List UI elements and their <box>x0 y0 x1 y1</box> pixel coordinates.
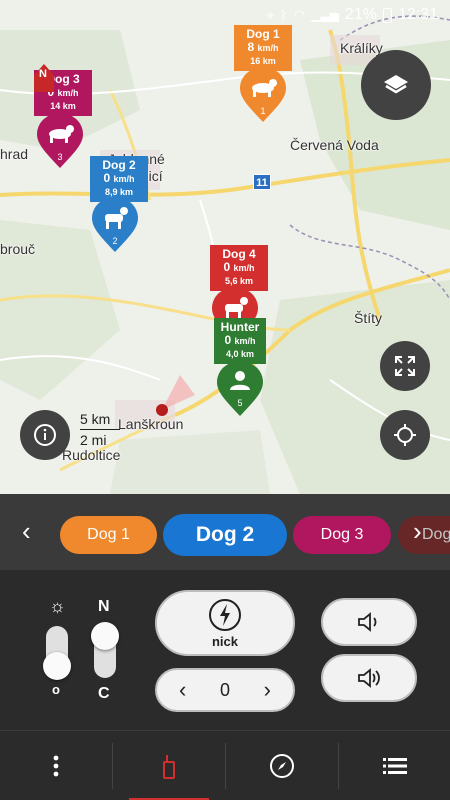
dog-chip-next[interactable]: Dog <box>398 516 450 554</box>
chevron-right-icon[interactable]: › <box>264 677 271 703</box>
dog-speed: 0 km/h <box>223 260 255 274</box>
clock: 12:31 <box>397 6 438 23</box>
dog-marker[interactable]: 2 <box>90 196 140 254</box>
nav-compass[interactable] <box>226 731 338 800</box>
info-icon <box>34 424 56 446</box>
map-view[interactable]: Králíky Červená Voda hrad Jablonné Orlic… <box>0 0 450 494</box>
road-number-sign: 11 <box>253 174 271 190</box>
wifi-icon: ◠ <box>293 7 306 22</box>
nav-more[interactable] <box>0 731 112 800</box>
tone-button[interactable] <box>321 598 417 646</box>
mode-c-label: C <box>98 685 110 702</box>
battery-percent: 21% <box>344 6 377 23</box>
chevron-left-icon[interactable]: ‹ <box>179 677 186 703</box>
chevron-right-icon[interactable]: › <box>413 516 422 547</box>
info-button[interactable] <box>20 410 70 460</box>
nav-list[interactable] <box>339 731 450 800</box>
dog-chip-dog-2-selected[interactable]: Dog 2 <box>163 514 287 556</box>
vibration-button[interactable] <box>321 654 417 702</box>
compass-icon <box>270 754 294 778</box>
layers-button[interactable] <box>361 50 431 120</box>
marker-number: 5 <box>237 398 242 408</box>
place-label: brouč <box>0 241 36 257</box>
dog-name: Hunter <box>220 320 260 334</box>
light-icon: ☼ <box>49 596 66 616</box>
light-slider-knob[interactable] <box>43 652 71 680</box>
stimulation-button[interactable]: nick <box>155 590 295 656</box>
nav-handheld[interactable] <box>113 731 225 800</box>
place-label: Štíty <box>354 310 383 326</box>
dog-tag[interactable]: Dog 4 0 km/h 5,6 km <box>210 245 268 291</box>
signal-icon: ▁▃▅ <box>311 8 339 22</box>
place-label: Červená Voda <box>290 137 379 153</box>
level-value: 0 <box>219 679 230 700</box>
dog-marker[interactable]: 1 <box>238 66 288 124</box>
scale-km: 5 km <box>80 411 111 427</box>
stim-mode-label: nick <box>211 633 238 649</box>
dog-name: Dog 4 <box>222 247 256 261</box>
place-label: hrad <box>0 146 29 162</box>
dog-chip-dog-1[interactable]: Dog 1 <box>60 516 157 554</box>
device-position-icon <box>156 375 195 416</box>
mode-slider-knob[interactable] <box>91 622 119 650</box>
dog-chip-dog-3[interactable]: Dog 3 <box>293 516 391 554</box>
marker-number: 1 <box>260 106 265 116</box>
mode-n-label: N <box>98 598 110 615</box>
lightning-icon <box>209 598 241 631</box>
fullscreen-button[interactable] <box>380 341 430 391</box>
speaker-loud-icon <box>358 668 380 688</box>
marker-number: 3 <box>57 152 62 162</box>
dog-speed: 0 km/h <box>224 333 256 347</box>
dog-marker[interactable]: 3 <box>35 112 85 170</box>
hunter-marker[interactable]: 5 <box>215 360 265 418</box>
layers-icon <box>384 75 408 94</box>
light-off-label: o <box>52 682 60 697</box>
battery-icon <box>382 7 392 23</box>
place-label: Králíky <box>340 40 383 56</box>
fullscreen-icon <box>395 356 415 376</box>
dog-speed: 0 km/h <box>103 171 135 185</box>
place-label: Rudoltice <box>62 447 121 463</box>
speaker-low-icon <box>358 612 377 632</box>
locate-button[interactable] <box>380 410 430 460</box>
dog-speed: 8 km/h <box>247 40 279 54</box>
chevron-left-icon[interactable]: ‹ <box>22 516 31 547</box>
bottom-navigation <box>0 730 450 800</box>
control-panel: ☼ o N C nick ‹ 0 › <box>0 570 450 730</box>
marker-number: 2 <box>112 236 117 246</box>
crosshair-icon <box>394 424 416 446</box>
dog-tag[interactable]: Hunter 0 km/h 4,0 km <box>214 318 266 364</box>
dog-name: Dog 2 <box>102 158 136 172</box>
level-stepper[interactable]: ‹ 0 › <box>155 668 295 712</box>
more-vertical-icon <box>53 755 59 777</box>
bluetooth-icon: ᛒ <box>280 7 288 23</box>
map-scale: 5 km 2 mi <box>80 411 120 448</box>
scale-mi: 2 mi <box>80 432 107 448</box>
dog-selector[interactable]: ‹ Dog 1 Dog 2 Dog 3 Dog › <box>0 494 450 570</box>
handheld-icon <box>163 755 175 779</box>
status-bar: ⌖ ᛒ ◠ ▁▃▅ 21% 12:31 <box>0 0 450 30</box>
dog-tag[interactable]: Dog 1 8 km/h 16 km <box>234 25 292 71</box>
scale-bar <box>80 429 120 430</box>
list-icon <box>383 758 407 774</box>
location-icon: ⌖ <box>266 6 275 23</box>
